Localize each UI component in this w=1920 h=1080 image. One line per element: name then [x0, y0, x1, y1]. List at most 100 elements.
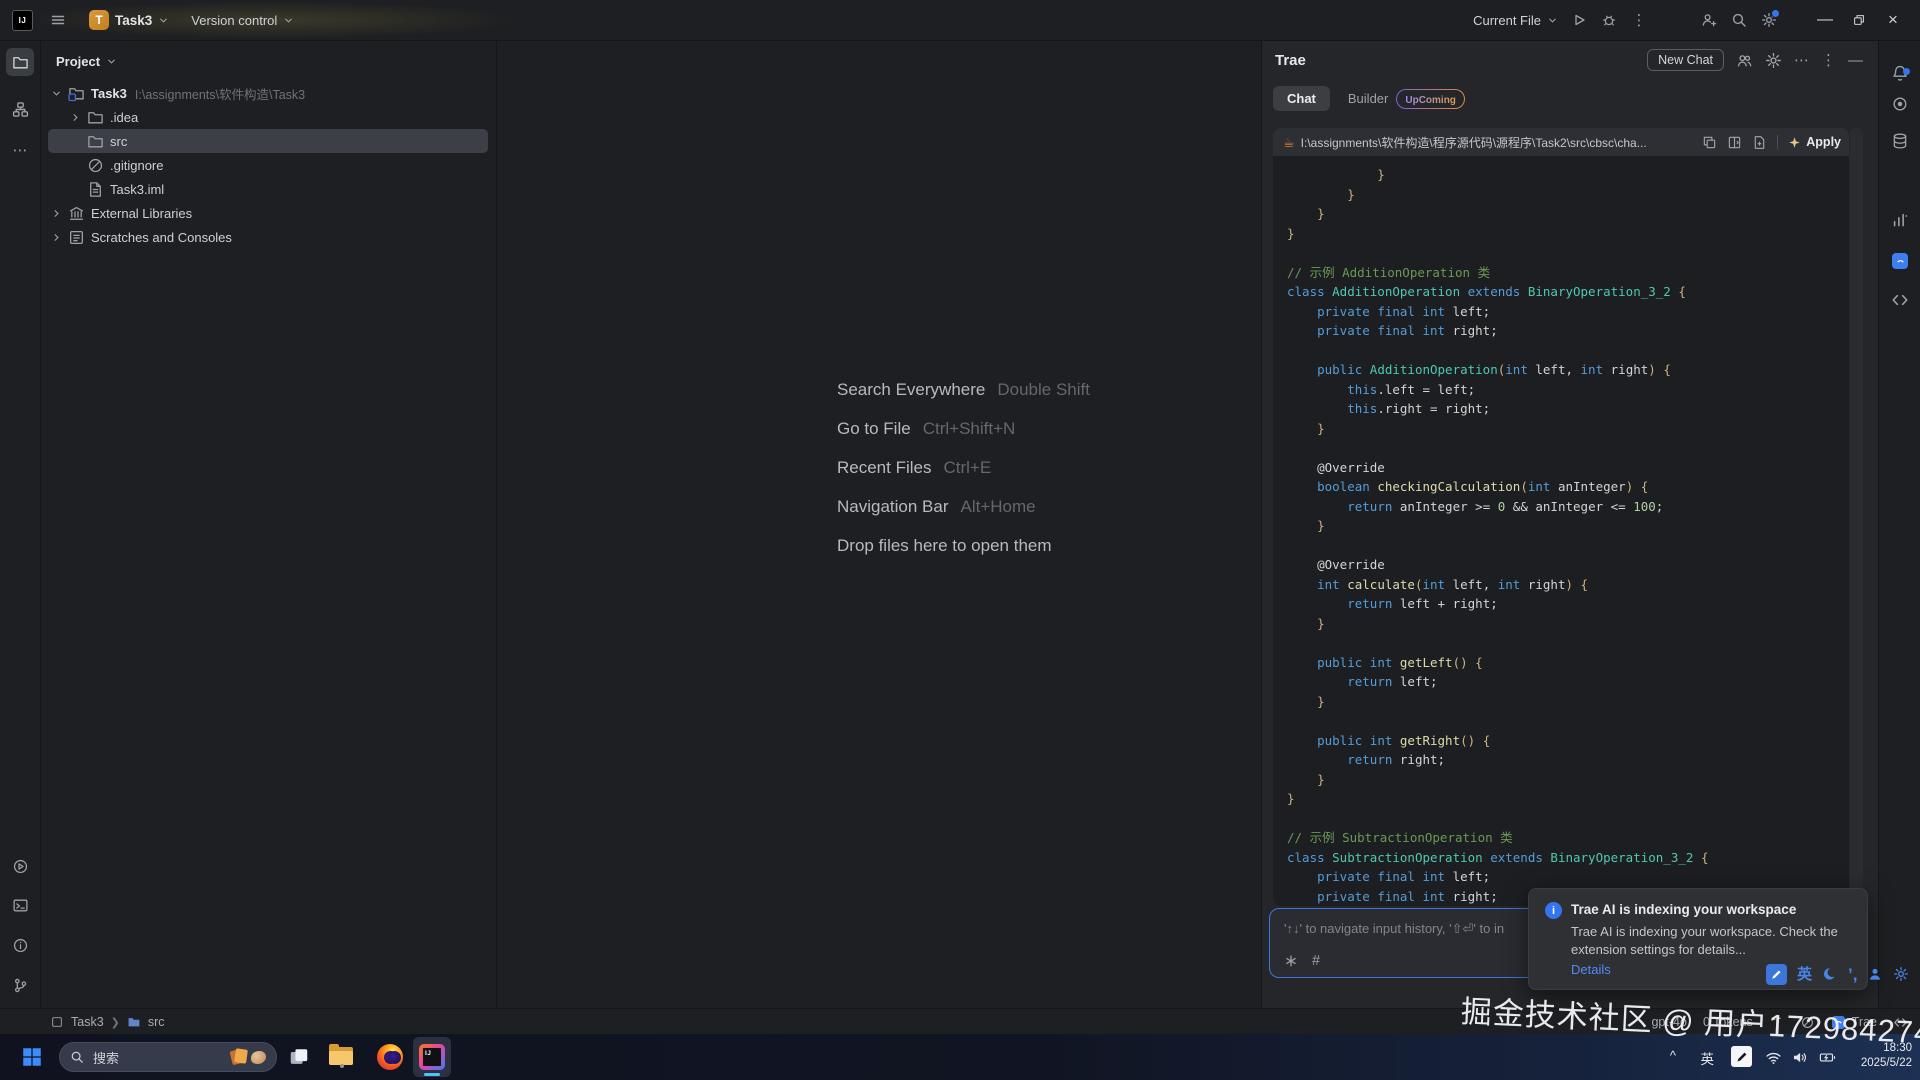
- kebab-icon[interactable]: ⋮: [1821, 51, 1836, 69]
- left-tool-strip: ⋯: [0, 40, 41, 1008]
- commit-tool-button[interactable]: [1891, 95, 1909, 113]
- breadcrumb-folder[interactable]: src: [148, 1015, 165, 1029]
- problems-tool-button[interactable]: [6, 931, 34, 959]
- task-view-icon: [288, 1046, 310, 1068]
- tree-item-src[interactable]: src: [48, 129, 488, 153]
- search-placeholder: 搜索: [93, 1048, 231, 1067]
- speaker-icon[interactable]: [1791, 1049, 1808, 1066]
- ime-settings-gear-icon[interactable]: [1893, 966, 1909, 982]
- breadcrumb-separator: ❯: [111, 1016, 120, 1029]
- tree-label: .gitignore: [110, 158, 163, 173]
- database-tool-button[interactable]: [1891, 132, 1909, 150]
- add-user-icon: [1701, 12, 1717, 28]
- trae-settings-gear-icon[interactable]: [1765, 52, 1782, 69]
- notifications-button[interactable]: [1891, 69, 1909, 86]
- new-chat-button[interactable]: New Chat: [1647, 49, 1724, 71]
- moon-icon[interactable]: [1822, 966, 1838, 982]
- trae-logo-icon: [1892, 253, 1908, 269]
- more-actions-button[interactable]: ⋮: [1624, 5, 1654, 35]
- file-explorer-button[interactable]: [329, 1045, 355, 1069]
- code-line: [1287, 536, 1849, 556]
- folder-icon: [127, 1015, 141, 1029]
- shortcut-action: Go to File: [837, 419, 911, 439]
- ide-window: IJ T Task3 Version control Current File …: [0, 0, 1920, 1080]
- services-tool-button[interactable]: [6, 852, 34, 880]
- people-icon[interactable]: [1736, 52, 1753, 69]
- project-tool-button[interactable]: [6, 48, 34, 76]
- chat-scrollbar[interactable]: [1850, 128, 1863, 906]
- code-with-me-button[interactable]: [1694, 5, 1724, 35]
- ime-punctuation-mode[interactable]: ’,: [1848, 966, 1857, 983]
- java-file-icon: ☕: [1283, 136, 1295, 149]
- copy-icon[interactable]: [1702, 135, 1717, 150]
- tree-item-task3[interactable]: Task3I:\assignments\软件构造\Task3: [48, 81, 488, 105]
- firefox-button[interactable]: [377, 1044, 403, 1070]
- more-horizontal-icon[interactable]: ⋯: [1794, 51, 1809, 69]
- project-badge: T: [89, 10, 109, 30]
- settings-button[interactable]: [1754, 5, 1784, 35]
- project-panel-header[interactable]: Project: [40, 40, 496, 79]
- chevron-down-icon: [283, 15, 294, 26]
- structure-tool-button[interactable]: [6, 95, 34, 123]
- pen-icon: [1770, 968, 1783, 981]
- hide-panel-icon[interactable]: —: [1848, 52, 1863, 69]
- restore-button[interactable]: [1842, 5, 1876, 35]
- apply-button[interactable]: Apply: [1788, 135, 1841, 149]
- tree-item-.idea[interactable]: .idea: [48, 105, 488, 129]
- intellij-taskbar-button[interactable]: IJ: [413, 1037, 451, 1077]
- folder-icon: [87, 109, 104, 126]
- terminal-tool-button[interactable]: [6, 891, 34, 919]
- notification-dot: [1903, 68, 1910, 75]
- shortcut-keys: Double Shift: [997, 380, 1090, 400]
- context-hash-icon[interactable]: #: [1312, 954, 1320, 969]
- run-button[interactable]: [1564, 5, 1594, 35]
- vcs-widget[interactable]: Version control: [185, 9, 300, 32]
- tree-item-external-libraries[interactable]: External Libraries: [48, 201, 488, 225]
- ime-language-indicator[interactable]: 英: [1701, 1048, 1715, 1068]
- search-everywhere-button[interactable]: [1724, 5, 1754, 35]
- git-tool-button[interactable]: [6, 971, 34, 999]
- chevron-right-icon[interactable]: [51, 205, 68, 222]
- more-tool-windows-button[interactable]: ⋯: [6, 136, 34, 164]
- create-file-icon[interactable]: [1752, 135, 1767, 150]
- code-tool-button[interactable]: [1891, 291, 1909, 309]
- person-icon[interactable]: [1867, 966, 1883, 982]
- ime-mode-button[interactable]: [1731, 1046, 1752, 1067]
- ime-logo-button[interactable]: [1766, 964, 1787, 985]
- code-line: // 示例 SubtractionOperation 类: [1287, 828, 1849, 848]
- trae-tool-button[interactable]: [1891, 252, 1909, 270]
- chevron-down-icon[interactable]: [51, 85, 68, 102]
- editor-area: Search EverywhereDouble ShiftGo to FileC…: [497, 40, 1259, 1008]
- code-line: return anInteger >= 0 && anInteger <= 10…: [1287, 497, 1849, 517]
- project-panel-title: Project: [56, 54, 100, 69]
- wifi-icon[interactable]: [1765, 1049, 1782, 1066]
- shortcut-keys: Alt+Home: [961, 497, 1036, 517]
- debug-button[interactable]: [1594, 5, 1624, 35]
- main-menu-button[interactable]: [43, 5, 73, 35]
- run-configuration-selector[interactable]: Current File: [1467, 9, 1564, 32]
- battery-icon[interactable]: [1819, 1049, 1836, 1066]
- taskbar-search[interactable]: 搜索: [59, 1042, 277, 1072]
- tree-item-scratches-and-consoles[interactable]: Scratches and Consoles: [48, 225, 488, 249]
- tree-item-task3.iml[interactable]: Task3.iml: [48, 177, 488, 201]
- diff-icon[interactable]: [1727, 135, 1742, 150]
- project-selector[interactable]: T Task3: [83, 6, 175, 34]
- enhance-prompt-icon[interactable]: [1284, 954, 1298, 968]
- tab-builder[interactable]: Builder UpComing: [1348, 89, 1465, 109]
- chevron-right-icon[interactable]: [70, 109, 87, 126]
- code-line: @Override: [1287, 458, 1849, 478]
- tab-chat[interactable]: Chat: [1273, 86, 1330, 111]
- task-view-button[interactable]: [287, 1045, 311, 1069]
- clock-date: 2025/5/22: [1861, 1056, 1912, 1071]
- chevron-right-icon[interactable]: [51, 229, 68, 246]
- maven-tool-button[interactable]: [1891, 171, 1909, 189]
- minimize-button[interactable]: —: [1808, 5, 1842, 35]
- ime-english-mode[interactable]: 英: [1797, 967, 1812, 982]
- ai-assistant-tool-button[interactable]: [1891, 211, 1909, 229]
- breadcrumb-project[interactable]: Task3: [71, 1015, 104, 1029]
- close-button[interactable]: ×: [1876, 5, 1910, 35]
- tree-item-.gitignore[interactable]: .gitignore: [48, 153, 488, 177]
- start-button[interactable]: [22, 1047, 42, 1067]
- details-link[interactable]: Details: [1571, 962, 1611, 977]
- tray-expand-caret[interactable]: ^: [1670, 1048, 1676, 1063]
